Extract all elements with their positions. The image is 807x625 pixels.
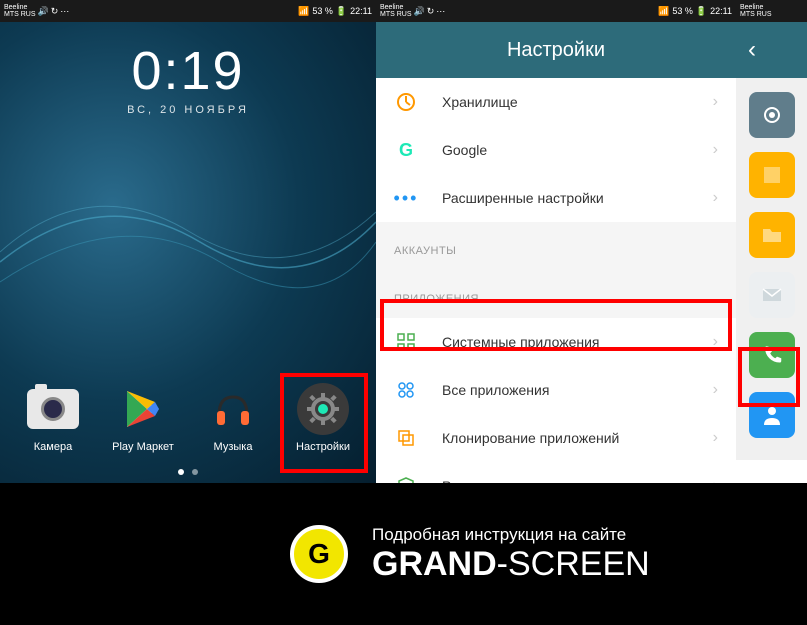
clone-icon xyxy=(394,426,418,450)
battery-icon: 🔋 xyxy=(336,6,347,17)
signal-icon: 📶 xyxy=(298,6,309,17)
setting-google[interactable]: G Google › xyxy=(376,126,736,174)
volume-icon: 🔊 xyxy=(38,6,49,17)
chevron-left-icon: ‹ xyxy=(748,36,756,64)
highlight-phone-app xyxy=(738,347,800,407)
headphones-icon xyxy=(207,383,259,435)
setting-all-apps[interactable]: Все приложения › xyxy=(376,366,736,414)
page-indicator xyxy=(178,469,198,475)
circles-icon xyxy=(394,378,418,402)
brand-logo: G xyxy=(290,525,348,583)
chevron-right-icon: › xyxy=(713,189,718,207)
setting-permissions[interactable]: Разрешения › xyxy=(376,462,736,483)
section-accounts: АККАУНТЫ xyxy=(376,232,736,270)
setting-cloning[interactable]: Клонирование приложений › xyxy=(376,414,736,462)
camera-icon xyxy=(27,389,79,429)
highlight-system-apps xyxy=(380,299,732,351)
storage-icon xyxy=(394,90,418,114)
google-icon: G xyxy=(394,138,418,162)
wallpaper-wave xyxy=(0,162,376,362)
chevron-right-icon: › xyxy=(713,93,718,111)
gear-icon xyxy=(760,103,784,127)
status-time: 22:11 xyxy=(350,6,372,16)
app-list-notes[interactable] xyxy=(749,152,795,198)
folder-icon xyxy=(760,223,784,247)
battery-pct: 53 % xyxy=(312,6,333,16)
shield-icon xyxy=(394,474,418,483)
home-screen[interactable]: 0:19 ВС, 20 НОЯБРЯ Камера Play Маркет xyxy=(0,22,376,483)
highlight-settings-app xyxy=(280,373,368,473)
clock-date: ВС, 20 НОЯБРЯ xyxy=(0,104,376,116)
chevron-right-icon: › xyxy=(713,141,718,159)
app-music[interactable]: Музыка xyxy=(193,383,273,453)
dots-icon: ••• xyxy=(394,186,418,210)
footer-banner: G Подробная инструкция на сайте GRAND-SC… xyxy=(0,483,807,625)
setting-storage[interactable]: Хранилище › xyxy=(376,78,736,126)
footer-tagline: Подробная инструкция на сайте xyxy=(372,525,650,545)
status-bar: BeelineMTS RUS xyxy=(736,0,807,22)
app-list-files[interactable] xyxy=(749,212,795,258)
play-store-icon xyxy=(117,383,169,435)
status-bar: BeelineMTS RUS 🔊↻⋯ 📶 53 % 🔋 22:11 xyxy=(376,0,736,22)
app-list-mail[interactable] xyxy=(749,272,795,318)
back-header[interactable]: ‹ xyxy=(736,22,807,78)
app-camera[interactable]: Камера xyxy=(13,383,93,453)
footer-brand: GRAND-SCREEN xyxy=(372,545,650,584)
status-bar: BeelineMTS RUS 🔊 ↻ ⋯ 📶 53 % 🔋 22:11 xyxy=(0,0,376,22)
clock-time: 0:19 xyxy=(0,40,376,102)
chevron-right-icon: › xyxy=(713,381,718,399)
setting-advanced[interactable]: ••• Расширенные настройки › xyxy=(376,174,736,222)
app-play-market[interactable]: Play Маркет xyxy=(103,383,183,453)
settings-title: Настройки xyxy=(376,22,736,78)
note-icon xyxy=(760,163,784,187)
chevron-right-icon: › xyxy=(713,429,718,447)
sync-icon: ↻ xyxy=(51,6,59,17)
app-list-settings[interactable] xyxy=(749,92,795,138)
mail-icon xyxy=(760,283,784,307)
